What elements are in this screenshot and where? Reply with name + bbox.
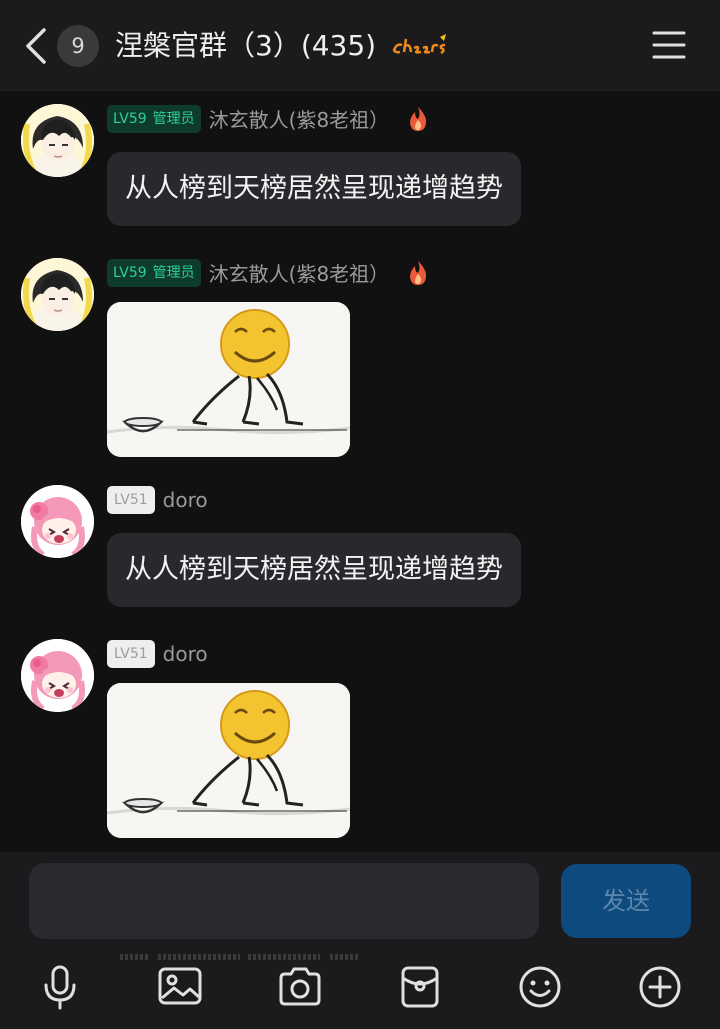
red-packet-icon[interactable] [397, 964, 443, 1010]
flame-icon [407, 260, 429, 286]
unread-count-badge[interactable]: 9 [57, 25, 99, 67]
sender-meta: LV51 doro [107, 486, 208, 516]
avatar[interactable] [21, 485, 94, 558]
send-button[interactable]: 发送 [561, 864, 691, 938]
cheers-icon [392, 34, 446, 55]
image-message[interactable] [107, 683, 350, 838]
chat-title: 涅槃官群（3）(435) [115, 29, 377, 62]
level-badge: LV59 管理员 [107, 258, 201, 287]
text-bubble[interactable]: 从人榜到天榜居然呈现递增趋势 [107, 152, 521, 226]
chat-header: 9 涅槃官群（3）(435) [0, 0, 720, 91]
sender-nickname[interactable]: 沐玄散人(紫8老祖） [209, 104, 390, 133]
emoji-icon[interactable] [517, 964, 563, 1010]
microphone-icon[interactable] [37, 964, 83, 1010]
sender-meta: LV51 doro [107, 640, 208, 670]
composer-bar: 发送 [0, 852, 720, 1029]
avatar[interactable] [21, 104, 94, 177]
menu-icon[interactable] [652, 30, 686, 60]
level-badge: LV51 [107, 486, 155, 514]
avatar[interactable] [21, 258, 94, 331]
avatar[interactable] [21, 639, 94, 712]
camera-icon[interactable] [277, 964, 323, 1010]
sender-meta: LV59 管理员 沐玄散人(紫8老祖） [107, 258, 429, 288]
level-badge: LV59 管理员 [107, 104, 201, 133]
message-input[interactable] [29, 863, 539, 939]
flame-icon [407, 106, 429, 132]
sender-nickname[interactable]: 沐玄散人(紫8老祖） [209, 258, 390, 287]
obscured-text [120, 954, 360, 960]
back-chevron-icon[interactable] [22, 26, 50, 66]
gallery-icon[interactable] [157, 964, 203, 1010]
sender-nickname[interactable]: doro [163, 488, 208, 512]
sender-nickname[interactable]: doro [163, 642, 208, 666]
sender-meta: LV59 管理员 沐玄散人(紫8老祖） [107, 104, 429, 134]
image-message[interactable] [107, 302, 350, 457]
level-badge: LV51 [107, 640, 155, 668]
plus-icon[interactable] [637, 964, 683, 1010]
text-bubble[interactable]: 从人榜到天榜居然呈现递增趋势 [107, 533, 521, 607]
